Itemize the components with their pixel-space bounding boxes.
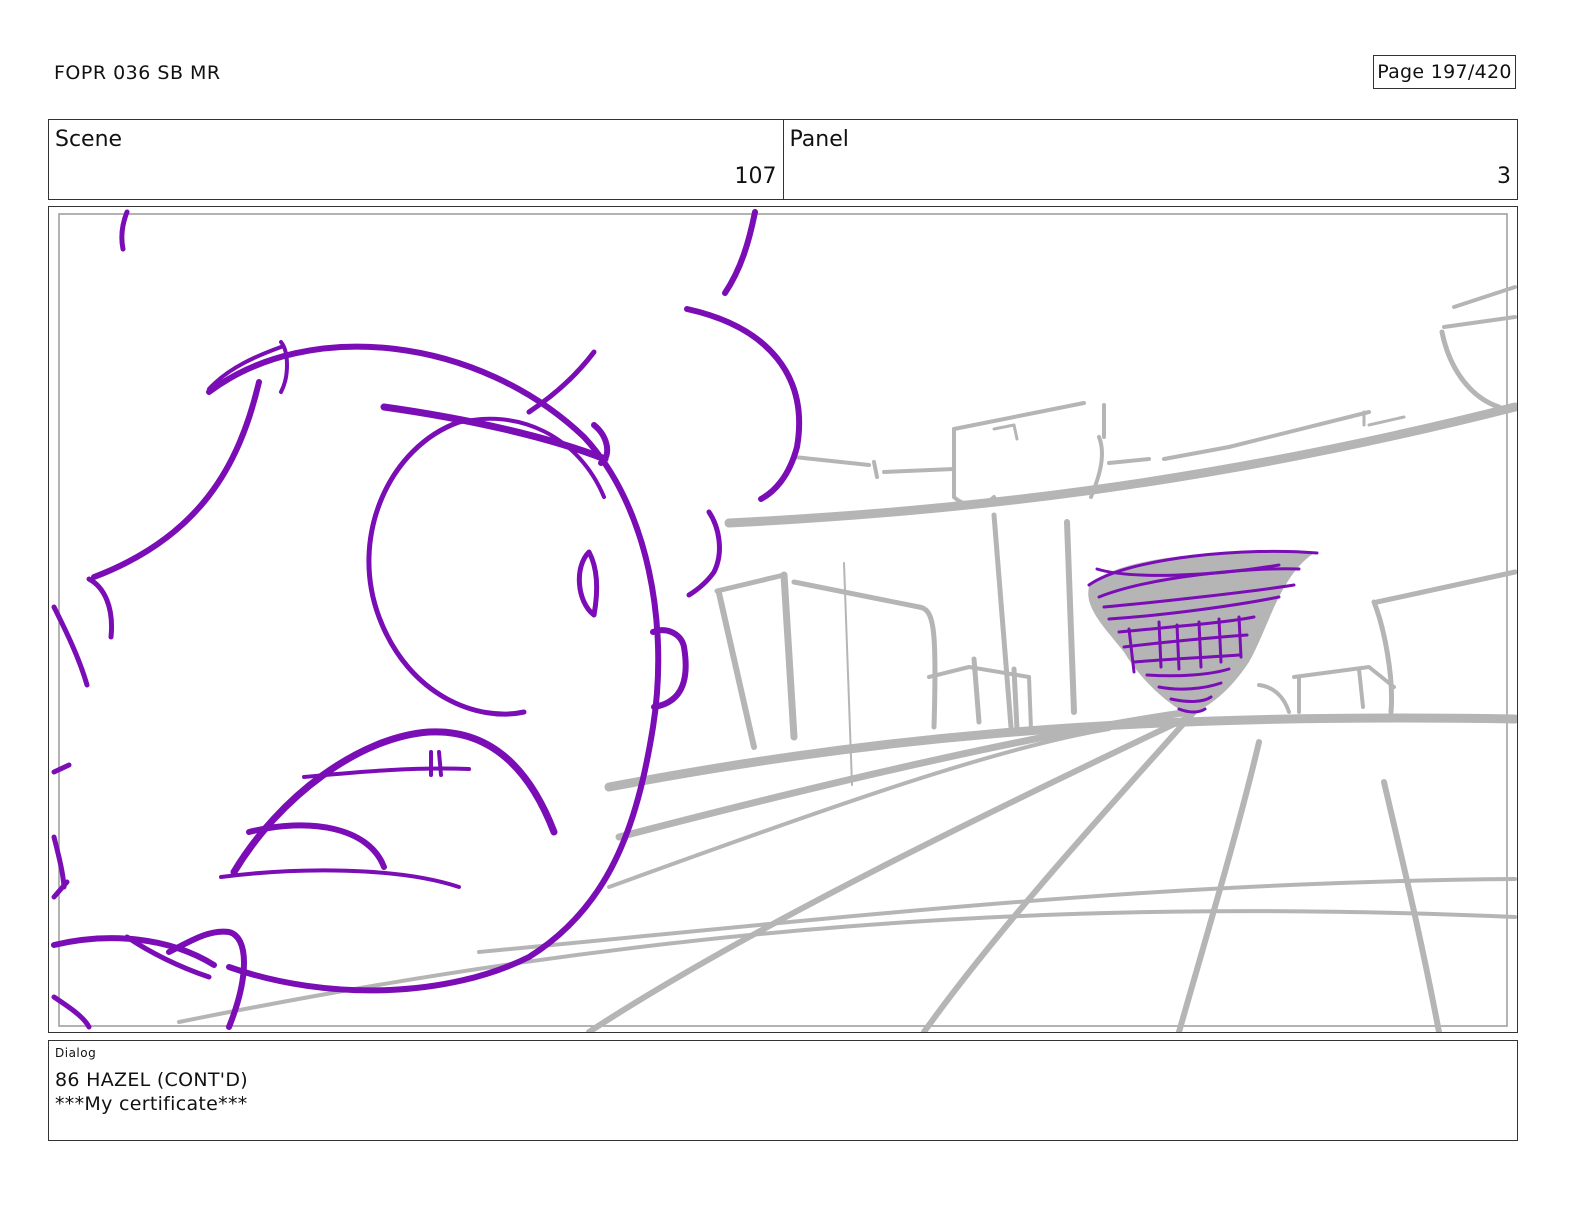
- character-sketch: [51, 209, 803, 1030]
- dialog-label: Dialog: [55, 1046, 97, 1060]
- dialog-box: Dialog 86 HAZEL (CONT'D) ***My certifica…: [48, 1040, 1518, 1141]
- panel-number: 3: [1497, 164, 1511, 189]
- scene-panel-header: Scene 107 Panel 3: [48, 119, 1518, 200]
- tornado-sketch: [1087, 549, 1319, 715]
- safe-frame: [58, 213, 1508, 1027]
- storyboard-sketch: [51, 209, 1517, 1032]
- scene-cell: Scene 107: [49, 120, 783, 199]
- panel-cell: Panel 3: [782, 120, 1518, 199]
- dialog-text-line: ***My certificate***: [55, 1093, 248, 1115]
- scene-number: 107: [734, 164, 777, 189]
- scene-label: Scene: [55, 127, 123, 152]
- storyboard-panel: [48, 206, 1518, 1033]
- panel-label: Panel: [789, 127, 849, 152]
- background-sketch: [177, 285, 1517, 1032]
- page-number: Page 197/420: [1373, 55, 1516, 89]
- dialog-speaker-line: 86 HAZEL (CONT'D): [55, 1069, 248, 1091]
- document-title: FOPR 036 SB MR: [54, 62, 221, 84]
